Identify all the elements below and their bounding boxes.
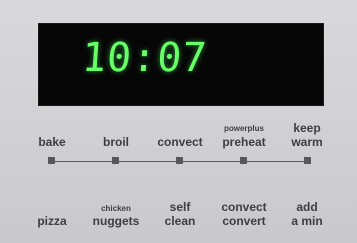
bake-label-text: bake: [38, 135, 66, 149]
clock-display: 10:07: [38, 23, 324, 106]
powerplus-label-text: powerplus: [223, 124, 264, 133]
chicken-label-text: chicken: [101, 204, 131, 213]
convect-label-text-2: convect: [221, 200, 267, 214]
broil-button[interactable]: [112, 157, 119, 164]
a-min-label-text: a min: [291, 214, 323, 228]
self-label-text: self: [169, 200, 191, 214]
clock-time: 10:07: [80, 35, 210, 81]
add-label-text: add: [296, 200, 318, 214]
convect-convert-label: convect convert: [209, 201, 279, 227]
broil-label-text: broil: [103, 135, 129, 149]
bake-button[interactable]: [48, 157, 55, 164]
keep-warm-label: keep warm: [272, 122, 342, 148]
powerplus-preheat-label: powerplus preheat: [209, 124, 279, 148]
clean-label-text: clean: [164, 214, 196, 228]
add-a-min-label: add a min: [272, 201, 342, 227]
keep-warm-button[interactable]: [304, 157, 311, 164]
chicken-nuggets-label: chicken nuggets: [81, 204, 151, 227]
preheat-label-text: preheat: [222, 135, 266, 149]
nuggets-label-text: nuggets: [92, 214, 140, 228]
oven-control-panel: 10:07 bake broil convect powerplus prehe…: [0, 0, 357, 243]
convect-label-text: convect: [157, 135, 203, 149]
convert-label-text: convert: [222, 214, 266, 228]
convect-button[interactable]: [176, 157, 183, 164]
pizza-label: pizza: [17, 215, 87, 227]
self-clean-label: self clean: [145, 201, 215, 227]
broil-label: broil: [81, 136, 151, 148]
convect-label: convect: [145, 136, 215, 148]
warm-label-text: warm: [291, 135, 323, 149]
preheat-button[interactable]: [240, 157, 247, 164]
pizza-label-text: pizza: [37, 214, 67, 228]
bake-label: bake: [17, 136, 87, 148]
keep-label-text: keep: [293, 121, 321, 135]
